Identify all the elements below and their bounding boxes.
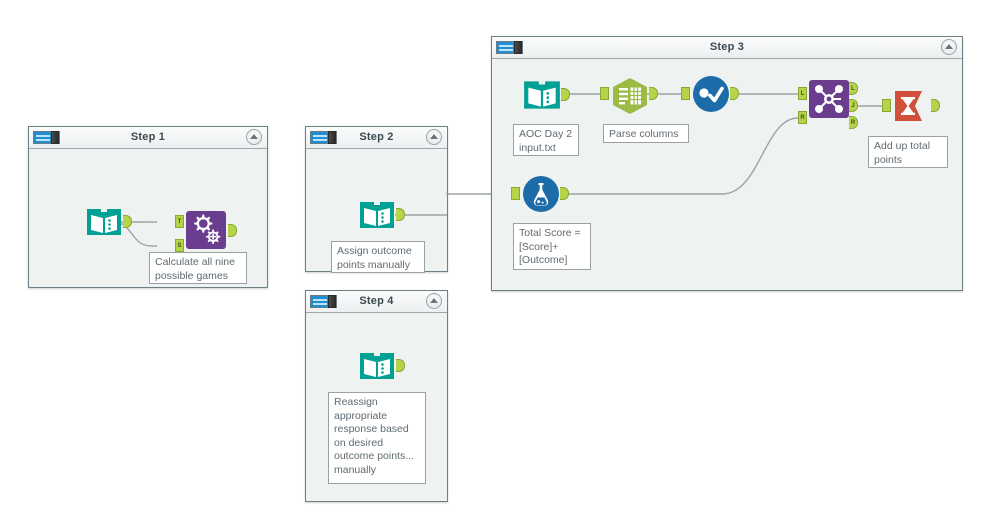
- container-title: Step 3: [709, 41, 745, 53]
- join-tool-icon: [809, 80, 849, 118]
- container-header[interactable]: Step 1: [29, 127, 267, 149]
- input-anchor-left[interactable]: L: [798, 87, 807, 100]
- workflow-canvas[interactable]: Step 1 T S Calculate all nine possible g…: [0, 0, 999, 518]
- input-anchor[interactable]: [511, 187, 520, 200]
- append-fields-tool-icon: [186, 211, 226, 249]
- output-anchor[interactable]: [649, 87, 658, 100]
- output-anchor-left[interactable]: L: [849, 82, 858, 95]
- output-anchor[interactable]: [228, 224, 237, 237]
- output-anchor[interactable]: [560, 187, 569, 200]
- tool-text-to-columns-step3[interactable]: [600, 76, 658, 114]
- output-anchor[interactable]: [123, 215, 132, 228]
- tool-summarize-step3[interactable]: [882, 87, 940, 127]
- container-header[interactable]: Step 2: [306, 127, 447, 149]
- annotation-step3-parse: Parse columns: [603, 124, 689, 143]
- annotation-step3-formula: Total Score = [Score]+ [Outcome]: [513, 223, 591, 270]
- tool-select-step3[interactable]: [681, 75, 739, 115]
- container-body: AOC Day 2 input.txt Parse columns Total …: [492, 58, 962, 290]
- chevron-up-icon[interactable]: [426, 129, 442, 145]
- tool-container-step-4[interactable]: Step 4 Reassign appropriate response bas…: [305, 290, 448, 502]
- anchor-label-l: L: [800, 90, 805, 97]
- chevron-up-icon[interactable]: [246, 129, 262, 145]
- tool-container-step-3[interactable]: Step 3 AOC Day 2 input.txt Parse columns…: [491, 36, 963, 291]
- container-toggle-icon[interactable]: [310, 131, 337, 144]
- container-body: Assign outcome points manually: [306, 148, 447, 273]
- input-data-tool-icon: [524, 81, 560, 109]
- formula-tool-icon: [523, 176, 559, 212]
- summarize-tool-icon: [895, 91, 922, 121]
- select-tool-icon: [693, 76, 729, 112]
- anchor-label-s: S: [177, 242, 182, 249]
- text-input-tool-icon: [360, 353, 394, 379]
- annotation-step4-text-input: Reassign appropriate response based on d…: [328, 392, 426, 484]
- tool-container-step-2[interactable]: Step 2 Assign outcome points manually: [305, 126, 448, 273]
- container-header[interactable]: Step 3: [492, 37, 962, 59]
- anchor-label-l: L: [851, 85, 855, 92]
- container-body: Reassign appropriate response based on d…: [306, 312, 447, 501]
- tool-text-input-step4[interactable]: [358, 347, 405, 385]
- container-title: Step 1: [130, 131, 166, 143]
- tool-input-data-step3[interactable]: [522, 75, 570, 115]
- annotation-step3-summarize: Add up total points: [868, 136, 948, 168]
- output-anchor-right[interactable]: R: [849, 116, 858, 129]
- output-anchor[interactable]: [931, 99, 940, 112]
- output-anchor[interactable]: [561, 88, 570, 101]
- tool-formula-step3[interactable]: [511, 175, 569, 215]
- input-anchor-target[interactable]: T: [175, 215, 184, 228]
- tool-text-input-step1[interactable]: [85, 203, 132, 241]
- input-anchor[interactable]: [882, 99, 891, 112]
- input-anchor-right[interactable]: R: [798, 111, 807, 124]
- text-to-columns-tool-icon: [613, 78, 647, 114]
- chevron-up-icon[interactable]: [941, 39, 957, 55]
- chevron-up-icon[interactable]: [426, 293, 442, 309]
- tool-container-step-1[interactable]: Step 1 T S Calculate all nine possible g…: [28, 126, 268, 288]
- input-anchor[interactable]: [681, 87, 690, 100]
- text-input-tool-icon: [360, 202, 394, 228]
- input-anchor[interactable]: [600, 87, 609, 100]
- annotation-step2-text-input: Assign outcome points manually: [331, 241, 425, 273]
- anchor-label-j: J: [851, 102, 855, 109]
- output-anchor-join[interactable]: J: [849, 99, 858, 112]
- container-body: T S Calculate all nine possible games: [29, 148, 267, 287]
- output-anchor[interactable]: [396, 359, 405, 372]
- tool-append-fields-step1[interactable]: T S: [175, 208, 241, 258]
- output-anchor[interactable]: [730, 87, 739, 100]
- input-anchor-source[interactable]: S: [175, 239, 184, 252]
- container-toggle-icon[interactable]: [33, 131, 60, 144]
- tool-text-input-step2[interactable]: [358, 196, 405, 234]
- anchor-label-t: T: [177, 218, 182, 225]
- output-anchor[interactable]: [396, 208, 405, 221]
- annotation-step1-append: Calculate all nine possible games: [149, 252, 247, 284]
- tool-join-step3[interactable]: L R L J R: [798, 77, 866, 129]
- container-toggle-icon[interactable]: [496, 41, 523, 54]
- container-toggle-icon[interactable]: [310, 295, 337, 308]
- anchor-label-r: R: [850, 119, 856, 126]
- text-input-tool-icon: [87, 209, 121, 235]
- anchor-label-r: R: [800, 114, 805, 121]
- container-header[interactable]: Step 4: [306, 291, 447, 313]
- annotation-step3-input-data: AOC Day 2 input.txt: [513, 124, 579, 156]
